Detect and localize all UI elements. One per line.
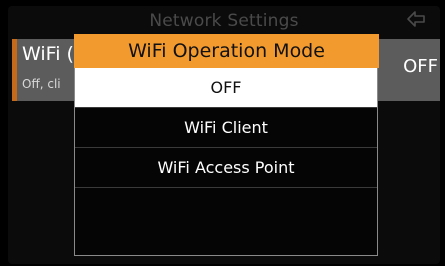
wifi-setting-sublabel: Off, cli xyxy=(22,77,61,91)
camera-screen: Network Settings WiFi ( Off, cli OFF WiF… xyxy=(0,0,445,266)
dialog-title: WiFi Operation Mode xyxy=(74,34,379,68)
page-title: Network Settings xyxy=(149,11,299,31)
option-empty xyxy=(75,188,377,254)
back-arrow-icon[interactable] xyxy=(404,9,428,29)
option-off[interactable]: OFF xyxy=(75,68,377,108)
row-focus-indicator xyxy=(12,39,17,101)
title-bar: Network Settings xyxy=(8,6,440,34)
wifi-setting-value: OFF xyxy=(403,56,438,77)
option-wifi-client[interactable]: WiFi Client xyxy=(75,108,377,148)
wifi-mode-dialog: WiFi Operation Mode OFF WiFi Client WiFi… xyxy=(74,34,379,256)
screen-panel: Network Settings WiFi ( Off, cli OFF WiF… xyxy=(8,6,440,264)
wifi-setting-label: WiFi ( xyxy=(22,43,74,65)
option-wifi-access-point[interactable]: WiFi Access Point xyxy=(75,148,377,188)
